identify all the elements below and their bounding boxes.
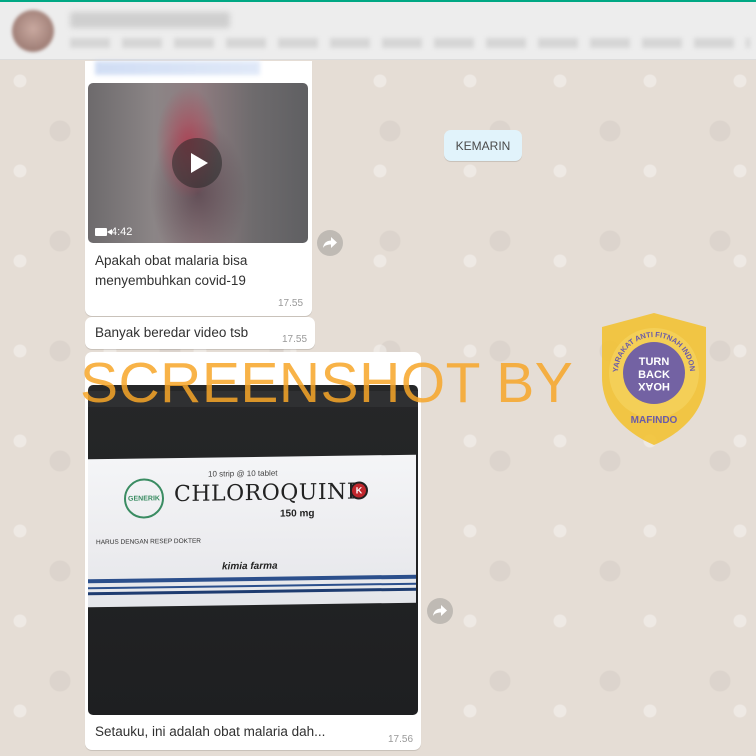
- video-duration: 4:42: [95, 226, 132, 238]
- medicine-photo[interactable]: GENERIK 10 strip @ 10 tablet CHLOROQUINE…: [88, 385, 418, 715]
- video-camera-icon: [95, 228, 112, 236]
- date-divider: KEMARIN: [444, 130, 522, 161]
- box-brand-name: CHLOROQUINE: [174, 479, 364, 508]
- svg-text:BACK: BACK: [638, 369, 670, 381]
- box-stripe: [88, 587, 416, 596]
- message-time: 17.55: [278, 298, 304, 309]
- svg-text:TURN: TURN: [639, 356, 670, 368]
- svg-text:MAFINDO: MAFINDO: [631, 415, 678, 426]
- video-duration-label: 4:42: [111, 226, 133, 238]
- forward-icon[interactable]: [427, 598, 453, 624]
- box-rx-note: HARUS DENGAN RESEP DOKTER: [96, 537, 201, 547]
- text-message[interactable]: Banyak beredar video tsb 17.55: [85, 317, 315, 349]
- box-strip-text: 10 strip @ 10 tablet: [208, 468, 278, 479]
- message-time: 17.55: [282, 334, 308, 345]
- box-dose: 150 mg: [280, 508, 315, 520]
- generik-logo: GENERIK: [124, 478, 164, 519]
- chat-header[interactable]: [0, 2, 756, 60]
- image-message[interactable]: GENERIK 10 strip @ 10 tablet CHLOROQUINE…: [85, 352, 421, 750]
- box-maker: kimia farma: [222, 560, 278, 573]
- svg-text:HOAX: HOAX: [637, 380, 669, 392]
- mafindo-badge-logo: MASYARAKAT ANTI FITNAH INDONESIA TURN BA…: [596, 311, 706, 445]
- contact-subtitle-blurred: [70, 38, 750, 48]
- message-text: Banyak beredar video tsb: [95, 325, 249, 340]
- photo-background-stripe: [88, 391, 418, 407]
- contact-avatar[interactable]: [12, 10, 54, 52]
- video-message[interactable]: 4:42 Apakah obat malaria bisa menyembuhk…: [85, 61, 312, 316]
- k-mark-icon: K: [350, 481, 368, 500]
- video-thumbnail[interactable]: 4:42: [88, 83, 308, 243]
- medicine-box: GENERIK 10 strip @ 10 tablet CHLOROQUINE…: [88, 454, 416, 608]
- message-time: 17.56: [388, 734, 414, 745]
- contact-name-blurred: [70, 12, 230, 28]
- image-caption: Setauku, ini adalah obat malaria dah...: [95, 724, 326, 739]
- forward-icon[interactable]: [317, 230, 343, 256]
- video-caption: Apakah obat malaria bisa menyembuhkan co…: [95, 253, 248, 288]
- play-icon[interactable]: [172, 138, 222, 188]
- sender-name-blurred: [95, 61, 260, 75]
- box-stripe: [88, 574, 416, 584]
